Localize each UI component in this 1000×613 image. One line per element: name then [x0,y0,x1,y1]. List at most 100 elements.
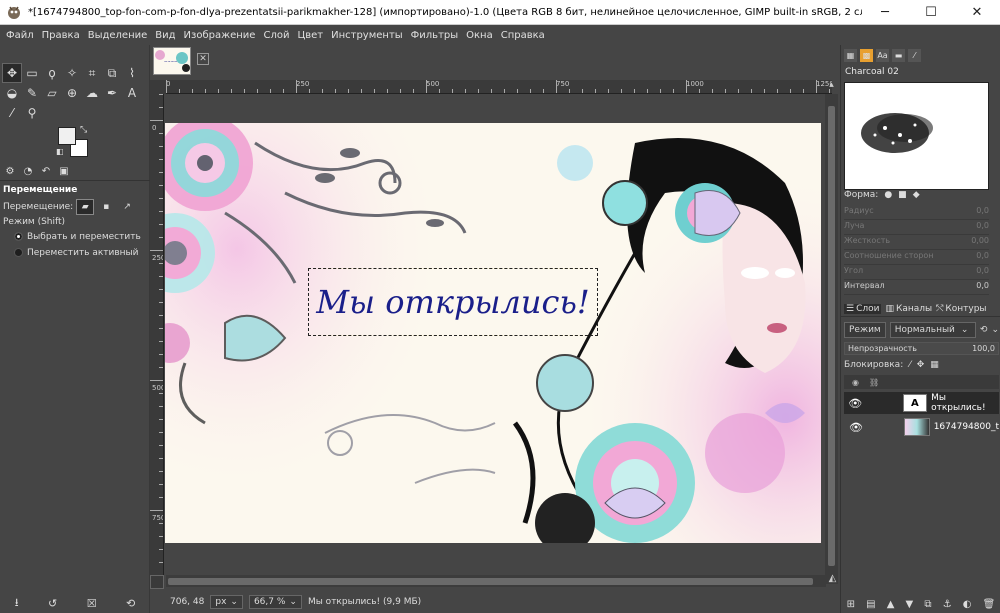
eye-icon[interactable]: 👁 [844,397,867,410]
horizontal-ruler[interactable]: 0 250 500 750 1000 1250 [166,80,832,94]
vertical-ruler[interactable]: 0 250 500 750 [150,94,164,584]
ruler-corner[interactable] [150,80,166,94]
menu-color[interactable]: Цвет [293,30,327,41]
canvas-text-layer[interactable]: Мы открылись! [308,268,598,336]
horizontal-scroll-thumb[interactable] [168,578,813,585]
raise-layer-icon[interactable]: ▲ [887,599,895,610]
menu-edit[interactable]: Правка [38,30,84,41]
clone-tool-icon[interactable]: ⊕ [62,83,82,103]
fg-bg-colors[interactable]: ⤡ ◧ [56,125,92,159]
images-tab-icon[interactable]: ▣ [57,165,71,179]
smudge-tool-icon[interactable]: ☁ [82,83,102,103]
radio-pick-and-move-dot[interactable] [14,232,23,241]
undo-history-tab-icon[interactable]: ↶ [39,165,53,179]
mask-layer-icon[interactable]: ◐ [963,599,972,610]
navigate-icon[interactable]: ▴ [825,80,838,94]
default-colors-icon[interactable]: ◧ [56,147,64,156]
device-status-tab-icon[interactable]: ◔ [21,165,35,179]
move-selection-icon[interactable]: ▪ [97,199,115,215]
shape-circle-icon[interactable]: ● [884,190,892,200]
maximize-button[interactable]: ☐ [908,0,954,25]
shape-square-icon[interactable]: ■ [898,190,907,200]
new-layer-icon[interactable]: ⊞ [847,599,855,610]
paths-tool-icon[interactable]: ✒ [102,83,122,103]
save-options-icon[interactable]: ⭳ [15,594,19,613]
lock-alpha-icon[interactable]: ▦ [930,360,939,370]
paintbrush-tool-icon[interactable]: ✎ [22,83,42,103]
unit-select[interactable]: px ⌄ [210,594,243,609]
foreground-color-swatch[interactable] [58,127,76,145]
crop-tool-icon[interactable]: ⌗ [82,63,102,83]
duplicate-layer-icon[interactable]: ⧉ [924,599,931,610]
fuzzy-select-tool-icon[interactable]: ✧ [62,63,82,83]
chevron-down-icon[interactable]: ⌄ [991,325,999,335]
vertical-scroll-thumb[interactable] [828,106,835,566]
brushes-tab-icon[interactable]: ▦ [844,48,857,62]
menu-filters[interactable]: Фильтры [407,30,462,41]
tab-paths[interactable]: ⤲ Контуры [936,304,986,314]
brush-prop-radius[interactable]: Радиус 0,0 [844,206,989,220]
anchor-layer-icon[interactable]: ⚓ [943,599,952,610]
menu-view[interactable]: Вид [151,30,179,41]
quick-mask-toggle[interactable] [150,575,164,589]
delete-layer-icon[interactable]: 🗑 [983,599,996,610]
rect-select-tool-icon[interactable]: ▭ [22,63,42,83]
brush-prop-spikes[interactable]: Луча 0,0 [844,221,989,235]
brush-prop-spacing[interactable]: Интервал 0,0 [844,281,989,295]
move-tool-icon[interactable]: ✥ [2,63,22,83]
bucket-fill-tool-icon[interactable]: ◒ [2,83,22,103]
delete-options-icon[interactable]: ☒ [87,597,97,610]
canvas-viewport[interactable]: Мы открылись! [164,94,822,584]
menu-image[interactable]: Изображение [180,30,260,41]
move-path-icon[interactable]: ↗ [118,199,136,215]
patterns-tab-icon[interactable]: ▩ [860,48,873,62]
menu-layer[interactable]: Слой [259,30,293,41]
text-tool-icon[interactable]: A [122,83,142,103]
opacity-slider[interactable]: Непрозрачность 100,0 [844,342,999,355]
menu-select[interactable]: Выделение [84,30,152,41]
shape-diamond-icon[interactable]: ◆ [913,190,920,200]
radio-pick-and-move[interactable]: Выбрать и переместить [0,232,150,242]
close-button[interactable]: ✕ [954,0,1000,25]
reset-mode-icon[interactable]: ⟲ [980,325,988,335]
layer-row-text[interactable]: 👁 A Мы открылись! [844,392,999,414]
paint-tab-icon[interactable]: ⁄ [908,48,921,62]
radio-move-active-dot[interactable] [14,248,23,257]
menu-file[interactable]: Файл [2,30,38,41]
vertical-scrollbar[interactable] [825,94,838,584]
lower-layer-icon[interactable]: ▼ [906,599,914,610]
blend-mode-select[interactable]: Нормальный ⌄ [889,322,976,338]
menu-help[interactable]: Справка [497,30,549,41]
warp-tool-icon[interactable]: ⌇ [122,63,142,83]
radio-move-active[interactable]: Переместить активный [0,248,150,258]
menu-windows[interactable]: Окна [462,30,497,41]
image-tab-thumbnail[interactable]: ~~~~ [153,47,191,75]
image-tab-close-icon[interactable]: ✕ [197,53,209,65]
mode-dropdown-label[interactable]: Режим [844,322,886,338]
lasso-tool-icon[interactable]: ϙ [42,63,62,83]
menu-tools[interactable]: Инструменты [327,30,407,41]
move-layer-icon[interactable]: ▰ [76,199,95,215]
brush-prop-aspect[interactable]: Соотношение сторон 0,0 [844,251,989,265]
restore-options-icon[interactable]: ↺ [48,597,57,610]
fonts-tab-icon[interactable]: Aa [876,48,889,62]
unified-transform-tool-icon[interactable]: ⧉ [102,63,122,83]
dynamics-tab-icon[interactable]: ▬ [892,48,905,62]
tool-options-tab-icon[interactable]: ⚙ [3,165,17,179]
layer-row-image[interactable]: 👁 1674794800_t [844,416,999,438]
eraser-tool-icon[interactable]: ▱ [42,83,62,103]
horizontal-scrollbar[interactable] [166,575,826,587]
reset-options-icon[interactable]: ⟲ [126,597,135,610]
tab-channels[interactable]: ▥ Каналы [885,304,932,314]
zoom-to-fit-icon[interactable]: ◭ [826,573,839,587]
zoom-tool-icon[interactable]: ⚲ [22,103,42,123]
zoom-select[interactable]: 66,7 % ⌄ [248,594,302,609]
tab-layers[interactable]: ☰ Слои [844,303,882,314]
brush-prop-angle[interactable]: Угол 0,0 [844,266,989,280]
lock-pixels-icon[interactable]: ⁄ [909,360,911,370]
swap-colors-icon[interactable]: ⤡ [80,125,87,135]
eye-icon[interactable]: 👁 [844,421,868,434]
minimize-button[interactable]: ─ [862,0,908,25]
brush-prop-hardness[interactable]: Жесткость 0,00 [844,236,989,250]
image-canvas[interactable]: Мы открылись! [165,123,821,543]
